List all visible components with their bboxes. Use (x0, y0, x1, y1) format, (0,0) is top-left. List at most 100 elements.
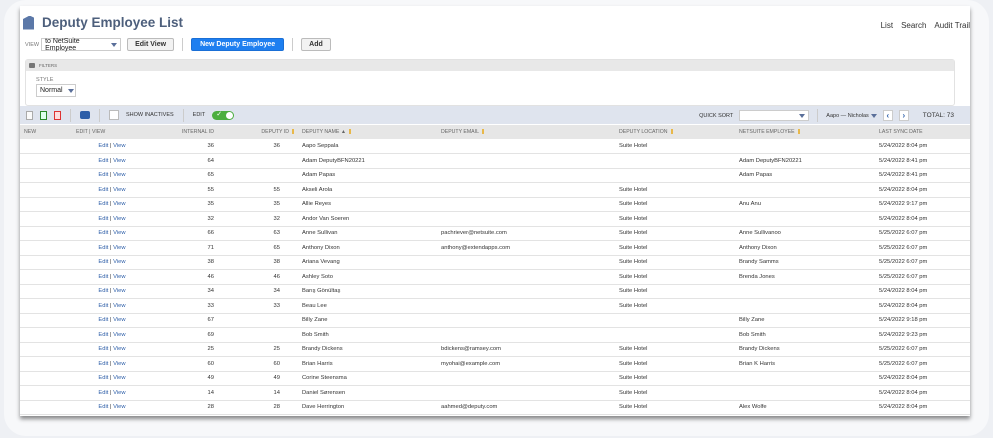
edit-link[interactable]: Edit (98, 404, 108, 410)
view-link[interactable]: View (113, 143, 125, 149)
column-header-deputy-location[interactable]: DEPUTY LOCATION (615, 125, 735, 139)
cell-deputy-name: Daniel Sørensen (298, 385, 437, 401)
column-header-deputy-email[interactable]: DEPUTY EMAIL (437, 125, 615, 139)
cell-deputy-name: Beau Lee (298, 298, 437, 314)
cell-new (20, 255, 72, 270)
page-range-select[interactable]: Aapo — Nicholas (826, 113, 869, 119)
column-header-edit-view[interactable]: EDIT | VIEW (72, 125, 152, 139)
prev-page-button[interactable]: ‹ (882, 110, 893, 121)
view-link[interactable]: View (113, 274, 125, 280)
edit-link[interactable]: Edit (98, 172, 108, 178)
export-excel-icon[interactable] (40, 110, 47, 120)
edit-link[interactable]: Edit (98, 361, 108, 367)
view-link[interactable]: View (113, 216, 125, 222)
collapse-icon[interactable] (29, 63, 35, 68)
view-link[interactable]: View (113, 187, 125, 193)
cell-deputy-location: Suite Hotel (615, 371, 735, 386)
edit-link[interactable]: Edit (98, 187, 108, 193)
cell-internal-id: 65 (152, 168, 218, 183)
edit-link[interactable]: Edit (98, 230, 108, 236)
edit-link[interactable]: Edit (98, 259, 108, 265)
style-select[interactable]: Normal (36, 84, 76, 97)
column-header-deputy-name[interactable]: DEPUTY NAME ▲ (298, 125, 437, 139)
table-row: Edit | View 69 Bob Smith Bob Smith 5/24/2022… (20, 327, 970, 343)
edit-view-button[interactable]: Edit View (127, 38, 175, 51)
view-link[interactable]: View (113, 346, 125, 352)
view-select[interactable]: to NetSuite Employee (41, 37, 122, 52)
cell-last-sync-date: 5/25/2022 6:07 pm (875, 255, 970, 270)
edit-link[interactable]: Edit (98, 245, 108, 251)
edit-toggle[interactable] (212, 110, 235, 120)
cell-new (20, 284, 72, 299)
cell-internal-id: 67 (152, 313, 218, 328)
cell-last-sync-date: 5/24/2022 8:04 pm (875, 284, 970, 299)
filters-header[interactable]: FILTERS (26, 60, 954, 71)
cell-deputy-email: bdickens@ramsey.com (437, 342, 615, 357)
column-header-netsuite-employee[interactable]: NETSUITE EMPLOYEE (735, 125, 875, 139)
print-icon[interactable] (80, 111, 90, 119)
view-link[interactable]: View (113, 361, 125, 367)
employee-table: NEW EDIT | VIEW INTERNAL ID DEPUTY ID DEPUTY… (20, 125, 970, 415)
show-inactives-checkbox[interactable] (109, 110, 119, 120)
cell-internal-id: 32 (152, 211, 218, 227)
edit-link[interactable]: Edit (98, 158, 108, 164)
cell-internal-id: 64 (152, 153, 218, 169)
new-deputy-employee-button[interactable]: New Deputy Employee (191, 38, 285, 51)
view-link[interactable]: View (113, 158, 125, 164)
view-link[interactable]: View (113, 245, 125, 251)
cell-edit-view: Edit | View (72, 342, 152, 357)
pencil-icon (348, 129, 351, 135)
style-label: STYLE (36, 77, 54, 83)
cell-new (20, 385, 72, 401)
view-link[interactable]: View (113, 201, 125, 207)
export-pdf-icon[interactable] (54, 110, 61, 120)
divider (99, 108, 100, 122)
export-csv-icon[interactable] (26, 110, 33, 120)
edit-link[interactable]: Edit (98, 332, 108, 338)
column-header-last-sync-date[interactable]: LAST SYNC DATE (875, 125, 970, 139)
edit-link[interactable]: Edit (98, 317, 108, 323)
cell-deputy-name: Ariana Vevang (298, 255, 437, 270)
view-link[interactable]: View (113, 288, 125, 294)
view-link[interactable]: View (113, 317, 125, 323)
cell-deputy-id: 65 (218, 240, 298, 256)
view-link[interactable]: View (113, 303, 125, 309)
view-selected: to NetSuite Employee (45, 37, 80, 52)
view-link[interactable]: View (113, 172, 125, 178)
cell-last-sync-date: 5/24/2022 8:04 pm (875, 298, 970, 314)
view-link[interactable]: View (113, 375, 125, 381)
cell-internal-id: 60 (152, 356, 218, 372)
column-header-new[interactable]: NEW (20, 125, 72, 139)
cell-new (20, 211, 72, 227)
column-header-internal-id[interactable]: INTERNAL ID (152, 125, 218, 139)
edit-link[interactable]: Edit (98, 375, 108, 381)
cell-last-sync-date: 5/24/2022 9:17 pm (875, 197, 970, 212)
view-link[interactable]: View (113, 230, 125, 236)
divider (70, 108, 71, 122)
edit-link[interactable]: Edit (98, 274, 108, 280)
audit-trail-link[interactable]: Audit Trail (934, 21, 970, 30)
edit-link[interactable]: Edit (98, 303, 108, 309)
table-row: Edit | View 28 28 Dave Herrington aahmed@dep… (20, 400, 970, 415)
chevron-down-icon (870, 113, 877, 118)
edit-link[interactable]: Edit (98, 143, 108, 149)
view-link[interactable]: View (113, 390, 125, 396)
search-link[interactable]: Search (901, 21, 926, 30)
column-header-deputy-id[interactable]: DEPUTY ID (218, 125, 298, 139)
quick-sort-select[interactable] (739, 110, 810, 121)
next-page-button[interactable]: › (898, 110, 909, 121)
list-link[interactable]: List (881, 21, 893, 30)
add-button[interactable]: Add (301, 38, 331, 51)
edit-link[interactable]: Edit (98, 390, 108, 396)
edit-link[interactable]: Edit (98, 288, 108, 294)
view-link[interactable]: View (113, 259, 125, 265)
cell-internal-id: 69 (152, 327, 218, 343)
edit-link[interactable]: Edit (98, 216, 108, 222)
edit-link[interactable]: Edit (98, 346, 108, 352)
view-link[interactable]: View (113, 404, 125, 410)
edit-link[interactable]: Edit (98, 201, 108, 207)
table-row: Edit | View 33 33 Beau Lee Suite Hotel 5/24/2… (20, 298, 970, 314)
list-toolbar: SHOW INACTIVES EDIT QUICK SORT Aapo — Ni… (20, 106, 970, 124)
cell-internal-id: 49 (152, 371, 218, 386)
view-link[interactable]: View (113, 332, 125, 338)
